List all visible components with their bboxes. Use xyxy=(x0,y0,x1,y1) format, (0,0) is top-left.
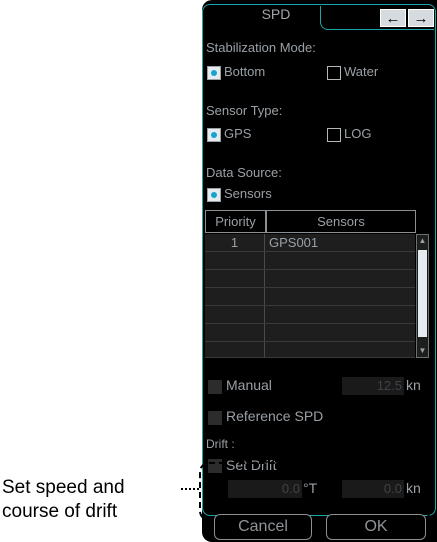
drift-label: Drift : xyxy=(206,437,235,451)
callout-text: Set speed and course of drift xyxy=(2,476,125,524)
water-label: Water xyxy=(344,64,379,79)
gps-label: GPS xyxy=(224,126,252,141)
priority-cell: 1 xyxy=(205,234,265,251)
radio-selected-dot xyxy=(211,192,217,198)
bottom-radio[interactable] xyxy=(207,66,221,80)
sensor-type-label: Sensor Type: xyxy=(206,103,283,118)
manual-label: Manual xyxy=(226,377,272,393)
priority-cell xyxy=(205,342,265,357)
callout-line-2: course of drift xyxy=(2,501,118,522)
table-row[interactable]: 1 GPS001 xyxy=(205,234,415,252)
water-radio[interactable] xyxy=(327,66,341,80)
manual-speed-field[interactable]: 12.5 xyxy=(342,377,404,395)
radio-selected-dot xyxy=(211,70,217,76)
priority-cell xyxy=(205,270,265,287)
log-label: LOG xyxy=(344,126,372,141)
reference-spd-checkbox[interactable] xyxy=(208,411,222,425)
scroll-up-icon[interactable]: ▲ xyxy=(417,236,428,246)
log-radio[interactable] xyxy=(327,128,341,142)
table-row[interactable] xyxy=(205,288,415,306)
ok-button[interactable]: OK xyxy=(326,514,426,540)
table-scrollbar[interactable]: ▲ ▼ xyxy=(416,234,429,358)
callout-leader xyxy=(181,488,199,490)
manual-unit: kn xyxy=(406,377,421,393)
radio-selected-dot xyxy=(211,132,217,138)
table-row[interactable] xyxy=(205,270,415,288)
table-row[interactable] xyxy=(205,306,415,324)
data-source-label: Data Source: xyxy=(206,165,282,180)
gps-radio[interactable] xyxy=(207,128,221,142)
drift-highlight-box xyxy=(199,462,431,521)
priority-cell xyxy=(205,252,265,269)
cancel-button[interactable]: Cancel xyxy=(214,514,312,540)
left-arrow-icon[interactable]: ← xyxy=(380,9,406,27)
table-row[interactable] xyxy=(205,342,415,358)
table-row[interactable] xyxy=(205,252,415,270)
bottom-label: Bottom xyxy=(224,64,266,79)
scrollbar-thumb[interactable] xyxy=(418,250,427,337)
sensors-header: Sensors xyxy=(266,210,416,233)
manual-checkbox[interactable] xyxy=(208,380,222,394)
sensors-label: Sensors xyxy=(224,186,272,201)
table-row[interactable] xyxy=(205,324,415,342)
callout-line-1: Set speed and xyxy=(2,477,125,498)
priority-cell xyxy=(205,288,265,305)
sensors-radio[interactable] xyxy=(207,188,221,202)
sensor-cell: GPS001 xyxy=(269,235,319,250)
priority-cell xyxy=(205,306,265,323)
window-title: SPD xyxy=(261,6,291,22)
scroll-down-icon[interactable]: ▼ xyxy=(417,346,428,356)
sensor-table: Priority Sensors 1 GPS001 ▲ ▼ xyxy=(205,210,430,366)
reference-spd-label: Reference SPD xyxy=(226,408,324,424)
priority-cell xyxy=(205,324,265,341)
priority-header: Priority xyxy=(205,210,266,233)
right-arrow-icon[interactable]: → xyxy=(408,9,434,27)
stabilization-mode-label: Stabilization Mode: xyxy=(206,40,316,55)
